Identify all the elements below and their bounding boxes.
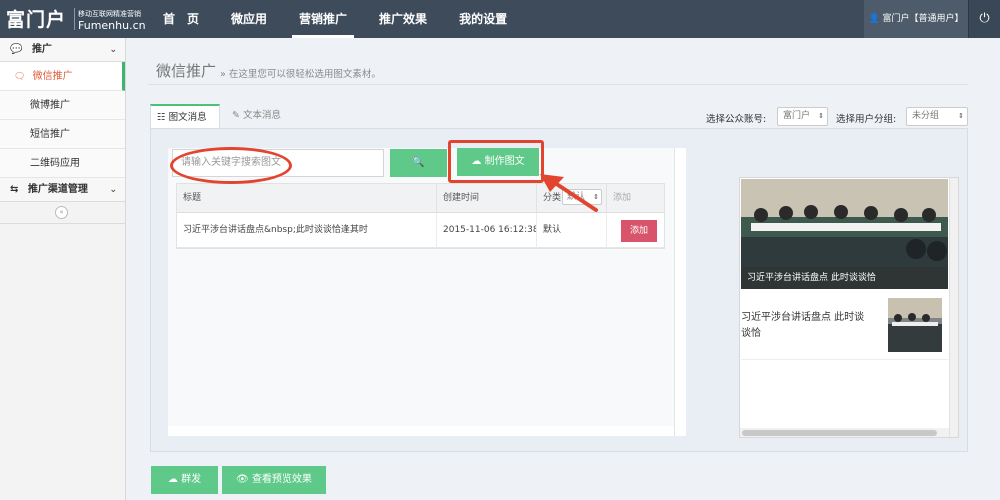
scrollbar[interactable] [949, 178, 958, 437]
logout-button[interactable]: ⏻ [968, 0, 1000, 38]
logo-tagline: 移动互联网精准营销 [78, 10, 141, 18]
barcode-icon: ☷ [157, 112, 166, 123]
preview-item-text: 习近平涉台讲话盘点 此时谈谈恰 [741, 312, 865, 339]
nav-marketing[interactable]: 营销推广 [286, 0, 360, 38]
annotation-arrow [540, 174, 598, 212]
sidebar-group-label: 推广 [31, 44, 52, 55]
row-category: 默认 [537, 213, 607, 248]
tab-text[interactable]: ✎ 文本消息 [226, 104, 296, 128]
nav-home[interactable]: 首 页 [150, 0, 212, 38]
nav-effects[interactable]: 推广效果 [366, 0, 440, 38]
preview-button[interactable]: 👁 查看预览效果 [222, 466, 326, 494]
thumbnail-image [888, 298, 942, 352]
chevron-down-icon: ⌄ [109, 185, 117, 195]
tab-news[interactable]: ☷ 图文消息 [150, 104, 220, 128]
sidebar-group-promotion[interactable]: 💬 推广 ⌄ [0, 38, 125, 62]
account-select[interactable]: 富门户 ⇕ [777, 107, 828, 126]
preview-list-item: 习近平涉台讲话盘点 此时谈谈恰 [741, 290, 948, 360]
chat-icon: 🗨 [14, 72, 26, 82]
logo-text: 富门户 [6, 9, 67, 31]
sidebar: 💬 推广 ⌄ 🗨 微信推广 微博推广 短信推广 二维码应用 ⇆ 推广渠道管理 ⌄… [0, 38, 126, 500]
divider [148, 84, 968, 85]
sidebar-item-label: 二维码应用 [30, 158, 80, 169]
logo-domain: Fumenhu.cn [78, 19, 146, 32]
annotation-box [448, 140, 544, 183]
user-label: 富门户【普通用户】 [882, 14, 964, 24]
top-navbar: 富门户 移动互联网精准营销 Fumenhu.cn 首 页 微应用 营销推广 推广… [0, 0, 1000, 38]
nav-settings[interactable]: 我的设置 [446, 0, 520, 38]
sidebar-item-label: 短信推广 [30, 129, 70, 140]
updown-icon: ⇕ [818, 112, 824, 120]
sidebar-item-label: 微信推广 [32, 71, 73, 82]
main-nav: 首 页 微应用 营销推广 推广效果 我的设置 [150, 0, 526, 38]
group-select[interactable]: 未分组 ⇕ [906, 107, 968, 126]
scrollbar[interactable] [740, 428, 949, 437]
sidebar-item-wechat[interactable]: 🗨 微信推广 [0, 62, 125, 91]
search-button[interactable]: 🔍 [390, 149, 447, 177]
table-row[interactable]: 习近平涉台讲话盘点&nbsp;此时谈谈恰逢其时 2015-11-06 16:12… [177, 213, 664, 248]
page-subtitle: » 在这里您可以很轻松选用图文素材。 [220, 69, 381, 80]
search-icon: 🔍 [412, 157, 425, 168]
tab-label: 文本消息 [243, 110, 282, 121]
tab-label: 图文消息 [168, 112, 207, 123]
page-title: 微信推广 [156, 62, 217, 80]
sidebar-group-label: 推广渠道管理 [27, 184, 88, 195]
phone-preview: 习近平涉台讲话盘点 此时谈谈恰 习近平涉台讲话盘点 此时谈谈恰 [739, 177, 959, 438]
account-select-value: 富门户 [783, 111, 811, 121]
collapse-sidebar-button[interactable]: « [55, 206, 68, 219]
preview-label: 查看预览效果 [251, 474, 312, 485]
scrollbar[interactable] [168, 426, 674, 436]
annotation-ellipse [170, 147, 292, 184]
headline-caption: 习近平涉台讲话盘点 此时谈谈恰 [741, 267, 948, 289]
sidebar-item-label: 微博推广 [30, 100, 70, 111]
logo[interactable]: 富门户 移动互联网精准营销 Fumenhu.cn [6, 4, 146, 34]
logo-divider [74, 8, 75, 30]
power-icon: ⏻ [979, 11, 990, 26]
header-created: 创建时间 [437, 184, 537, 213]
updown-icon: ⇕ [958, 112, 964, 120]
sidebar-group-channels[interactable]: ⇆ 推广渠道管理 ⌄ [0, 178, 125, 202]
group-select-value: 未分组 [912, 111, 940, 121]
scrollbar-thumb[interactable] [742, 430, 937, 436]
row-created: 2015-11-06 16:12:38 [437, 213, 537, 248]
user-menu[interactable]: 👤 富门户【普通用户】 [864, 0, 968, 38]
account-label: 选择公众账号: [706, 114, 767, 125]
sidebar-item-weibo[interactable]: 微博推广 [0, 91, 125, 120]
eye-icon: 👁 [236, 474, 249, 485]
cloud-upload-icon: ☁ [167, 474, 178, 485]
group-label: 选择用户分组: [836, 114, 897, 125]
pencil-icon: ✎ [232, 110, 240, 121]
user-icon: 👤 [868, 14, 880, 24]
header-add: 添加 [613, 193, 632, 203]
sidebar-item-qrcode[interactable]: 二维码应用 [0, 149, 125, 178]
sidebar-collapse-bar: « [0, 202, 125, 224]
chat-icon: 💬 [10, 44, 23, 55]
scrollbar[interactable] [674, 148, 686, 436]
add-button[interactable]: 添加 [621, 220, 657, 242]
mass-send-label: 群发 [181, 474, 202, 485]
exchange-icon: ⇆ [10, 184, 19, 195]
mass-send-button[interactable]: ☁ 群发 [151, 466, 218, 494]
chevron-down-icon: ⌄ [109, 45, 117, 55]
sidebar-item-sms[interactable]: 短信推广 [0, 120, 125, 149]
row-title: 习近平涉台讲话盘点&nbsp;此时谈谈恰逢其时 [177, 213, 437, 248]
nav-micro-apps[interactable]: 微应用 [218, 0, 280, 38]
header-title: 标题 [177, 184, 437, 213]
